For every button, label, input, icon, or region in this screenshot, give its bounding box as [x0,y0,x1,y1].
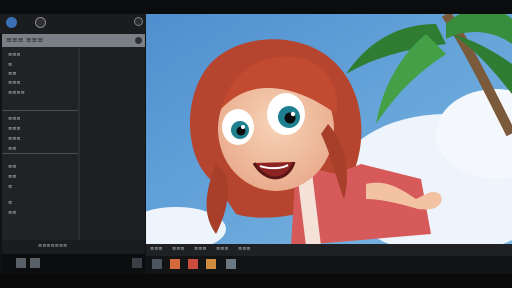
list-item[interactable]: ≡≡ [8,210,16,216]
layer-icon[interactable] [30,258,40,268]
bottom-edge [0,274,512,288]
footer-label: ≡≡≡≡≡≡≡ [38,243,68,249]
list-item[interactable]: ≡≡ [8,71,16,77]
panel-header[interactable]: ≡≡≡ ≡≡≡ [2,34,145,47]
list-item[interactable]: ≡≡≡ [8,80,21,86]
list-item[interactable]: ≡≡ [8,146,16,152]
brush-icon[interactable] [152,259,162,269]
status-item: ≡≡≡ [216,246,229,252]
app-icon[interactable] [6,17,17,28]
title-bar [0,0,512,14]
list-item[interactable]: ≡ [8,184,12,190]
status-item: ≡≡≡ [238,246,251,252]
settings-icon[interactable] [132,258,142,268]
status-item: ≡≡≡ [194,246,207,252]
pencil-icon[interactable] [170,259,180,269]
panel-footer: ≡≡≡≡≡≡≡ [2,240,145,254]
panel-title: ≡≡≡ ≡≡≡ [6,36,44,44]
paint-bucket-icon[interactable] [188,259,198,269]
character-artwork [146,14,512,246]
list-item[interactable]: ≡≡≡ [8,116,21,122]
back-icon[interactable] [134,17,143,26]
list-item[interactable]: ≡≡≡ [8,136,21,142]
list-item[interactable]: ≡ [8,200,12,206]
close-icon[interactable] [135,37,142,44]
list-item[interactable]: ≡≡ [8,164,16,170]
layer-icon[interactable] [226,259,236,269]
layer-icon[interactable] [16,258,26,268]
eraser-icon[interactable] [206,259,216,269]
image-canvas[interactable] [146,14,512,246]
divider [2,110,78,111]
menu-icon[interactable] [35,17,46,28]
status-item: ≡≡≡ [150,246,163,252]
list-item[interactable]: ≡≡≡≡ [8,90,25,96]
list-item[interactable]: ≡≡≡ [8,52,21,58]
list-item[interactable]: ≡≡ [8,174,16,180]
status-item: ≡≡≡ [172,246,185,252]
divider [2,153,78,154]
tool-dock [146,256,512,274]
list-item[interactable]: ≡≡≡ [8,126,21,132]
list-item[interactable]: ≡ [8,62,12,68]
layers-preview [80,47,145,240]
left-header [0,14,146,34]
